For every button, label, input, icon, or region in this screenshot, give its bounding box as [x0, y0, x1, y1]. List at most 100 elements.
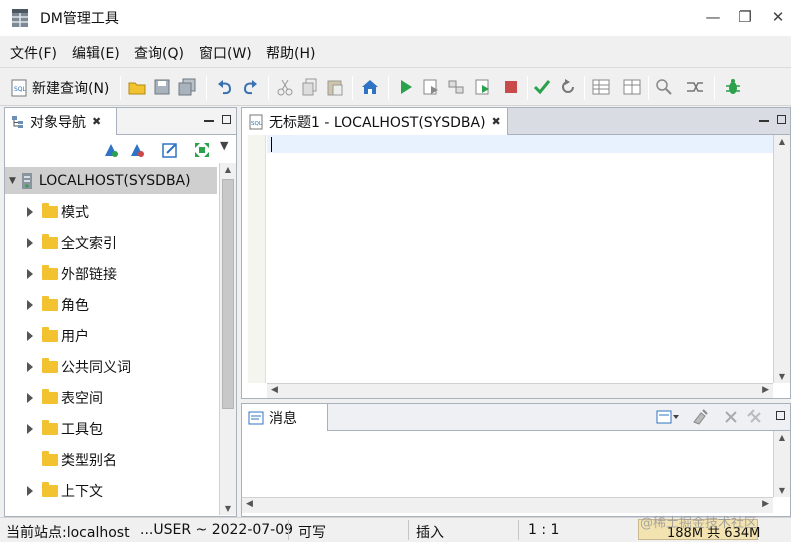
run-script-icon[interactable]	[422, 78, 440, 96]
commit-icon[interactable]	[533, 78, 551, 96]
cut-icon[interactable]	[276, 78, 294, 96]
messages-vertical-scrollbar[interactable]: ▲ ▼	[773, 431, 790, 497]
expand-arrow-icon[interactable]	[27, 423, 33, 434]
menu-edit[interactable]: 编辑(E)	[72, 43, 120, 63]
maximize-view-icon[interactable]	[776, 411, 785, 420]
tree-item-external-link[interactable]: 外部链接	[5, 260, 217, 287]
save-icon[interactable]	[153, 78, 171, 96]
open-folder-icon[interactable]	[128, 78, 146, 96]
clear-icon[interactable]	[691, 409, 709, 425]
tree-item-label: 表空间	[61, 390, 103, 407]
scroll-up-icon[interactable]: ▲	[774, 137, 790, 146]
tree-item-public-synonym[interactable]: 公共同义词	[5, 353, 217, 380]
scroll-up-icon[interactable]: ▲	[774, 433, 790, 442]
debug-icon[interactable]	[724, 78, 742, 96]
grid-view-icon[interactable]	[592, 78, 610, 96]
tree-item-label: 全文索引	[61, 235, 117, 252]
tree-item-label: 公共同义词	[61, 359, 131, 376]
scroll-down-icon[interactable]: ▼	[774, 372, 790, 381]
status-divider	[518, 520, 519, 540]
maximize-button[interactable]: ❐	[732, 5, 758, 29]
status-divider	[408, 520, 409, 540]
table-view-icon[interactable]	[623, 78, 641, 96]
home-icon[interactable]	[361, 78, 379, 96]
menu-file[interactable]: 文件(F)	[10, 43, 57, 63]
object-tree: ▼ LOCALHOST(SYSDBA) 模式 全文索引 外部链接 角色 用户 公…	[5, 163, 219, 515]
format-icon[interactable]	[655, 78, 673, 96]
scroll-right-icon[interactable]: ▶	[762, 385, 769, 395]
minimize-view-icon[interactable]	[204, 120, 214, 122]
new-query-label: 新建查询(N)	[32, 81, 110, 97]
scroll-down-icon[interactable]: ▼	[220, 504, 236, 513]
tree-item-package[interactable]: 工具包	[5, 415, 217, 442]
scroll-right-icon[interactable]: ▶	[762, 499, 769, 509]
copy-icon[interactable]	[301, 78, 319, 96]
save-all-icon[interactable]	[178, 78, 196, 96]
run-icon[interactable]	[397, 78, 415, 96]
tab-untitled-query[interactable]: SQL 无标题1 - LOCALHOST(SYSDBA) ✖	[242, 108, 508, 135]
expand-arrow-icon[interactable]	[27, 330, 33, 341]
scroll-up-icon[interactable]: ▲	[220, 165, 236, 174]
new-connection-icon[interactable]	[102, 141, 120, 159]
scroll-down-icon[interactable]: ▼	[774, 486, 790, 495]
remove-all-icon[interactable]	[747, 409, 763, 425]
undo-icon[interactable]	[216, 78, 234, 96]
expand-all-icon[interactable]	[193, 141, 211, 159]
minimize-button[interactable]: —	[700, 5, 726, 29]
stop-icon[interactable]	[502, 78, 520, 96]
sql-editor-input[interactable]	[267, 135, 773, 383]
new-query-button[interactable]: SQL 新建查询(N)	[10, 76, 109, 100]
tree-item-type-alias[interactable]: 类型别名	[5, 446, 217, 473]
navigator-vertical-scrollbar[interactable]: ▲ ▼	[219, 163, 236, 515]
tab-untitled-query-label: 无标题1 - LOCALHOST(SYSDBA)	[269, 114, 486, 131]
scroll-left-icon[interactable]: ◀	[271, 385, 278, 395]
expand-arrow-icon[interactable]	[27, 206, 33, 217]
scroll-left-icon[interactable]: ◀	[246, 499, 253, 509]
expand-arrow-icon[interactable]	[27, 485, 33, 496]
redo-icon[interactable]	[241, 78, 259, 96]
tab-messages[interactable]: 消息	[242, 404, 328, 431]
view-menu-icon[interactable]: ▼	[220, 139, 228, 152]
messages-horizontal-scrollbar[interactable]: ◀ ▶	[242, 497, 773, 513]
expand-arrow-icon[interactable]	[27, 392, 33, 403]
shuffle-icon[interactable]	[686, 78, 704, 96]
menu-window[interactable]: 窗口(W)	[199, 43, 252, 63]
maximize-view-icon[interactable]	[777, 115, 786, 124]
minimize-view-icon[interactable]	[759, 120, 769, 122]
collapse-arrow-icon[interactable]: ▼	[9, 176, 16, 186]
expand-arrow-icon[interactable]	[27, 361, 33, 372]
editor-vertical-scrollbar[interactable]: ▲ ▼	[773, 135, 790, 383]
disconnect-icon[interactable]	[128, 141, 146, 159]
editor-horizontal-scrollbar[interactable]: ◀ ▶	[267, 383, 773, 398]
expand-arrow-icon[interactable]	[27, 299, 33, 310]
tree-item-fulltext-index[interactable]: 全文索引	[5, 229, 217, 256]
remove-icon[interactable]	[723, 409, 739, 425]
expand-arrow-icon[interactable]	[27, 237, 33, 248]
tree-item-tablespace[interactable]: 表空间	[5, 384, 217, 411]
close-button[interactable]: ✕	[765, 5, 791, 29]
rollback-icon[interactable]	[559, 78, 577, 96]
menu-help[interactable]: 帮助(H)	[266, 43, 315, 63]
tree-item-schema[interactable]: 模式	[5, 198, 217, 225]
navigator-toolbar: ▼	[5, 135, 236, 163]
tree-item-role[interactable]: 角色	[5, 291, 217, 318]
folder-icon	[42, 202, 58, 218]
tab-object-navigator[interactable]: 对象导航 ✖	[5, 108, 117, 135]
expand-arrow-icon[interactable]	[27, 268, 33, 279]
edit-icon[interactable]	[161, 141, 179, 159]
toolbar-separator	[268, 76, 269, 100]
display-options-icon[interactable]	[656, 410, 680, 424]
explain-icon[interactable]	[447, 78, 465, 96]
tree-root-node[interactable]: ▼ LOCALHOST(SYSDBA)	[5, 167, 217, 194]
paste-icon[interactable]	[326, 78, 344, 96]
close-tab-icon[interactable]: ✖	[92, 115, 101, 128]
execute-plan-icon[interactable]	[474, 78, 492, 96]
toolbar-separator	[714, 76, 715, 100]
menu-query[interactable]: 查询(Q)	[134, 43, 184, 63]
scrollbar-thumb[interactable]	[222, 179, 234, 409]
tree-item-context[interactable]: 上下文	[5, 477, 217, 504]
maximize-view-icon[interactable]	[222, 115, 231, 124]
editor-tab-strip: SQL 无标题1 - LOCALHOST(SYSDBA) ✖	[242, 108, 790, 135]
tree-item-user[interactable]: 用户	[5, 322, 217, 349]
close-tab-icon[interactable]: ✖	[492, 115, 501, 128]
